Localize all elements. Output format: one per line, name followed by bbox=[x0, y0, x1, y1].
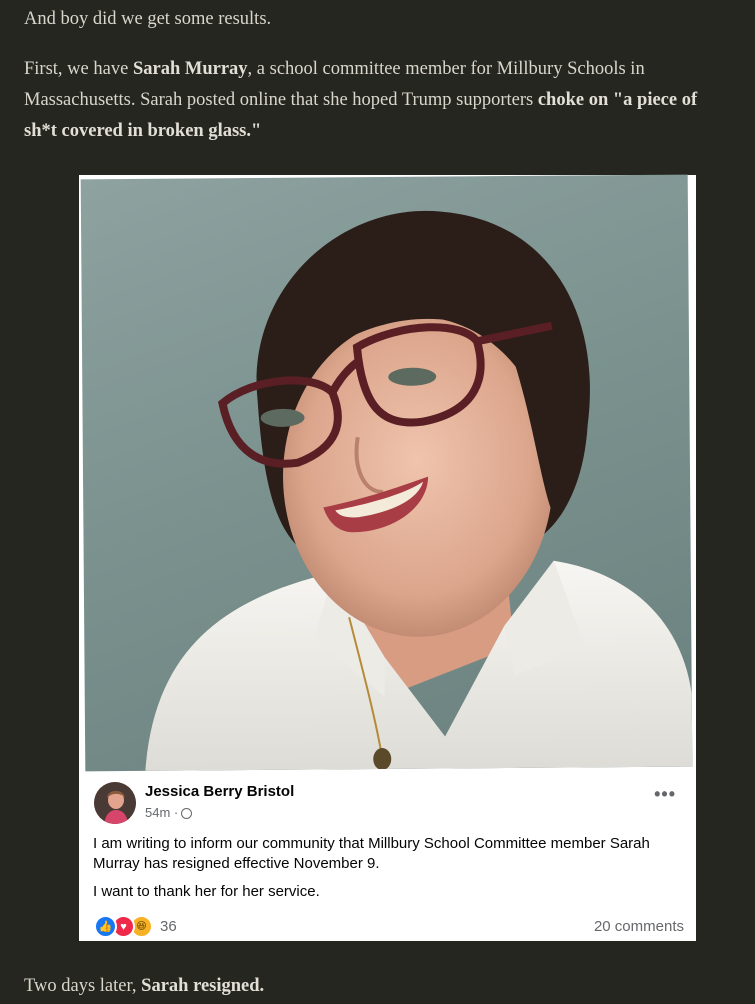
post-text-line-1: I am writing to inform our community tha… bbox=[93, 835, 650, 872]
reaction-count: 36 bbox=[160, 918, 177, 935]
paragraph-text: First, we have bbox=[24, 59, 133, 79]
article-paragraph-intro: And boy did we get some results. bbox=[24, 4, 730, 35]
portrait-illustration bbox=[145, 210, 693, 771]
reactions-summary[interactable]: 👍 ♥ 😆 36 bbox=[94, 915, 177, 938]
comments-link[interactable]: 20 comments bbox=[594, 918, 684, 935]
post-time: 54m · bbox=[145, 805, 179, 820]
post-text-line-2: I want to thank her for her service. bbox=[93, 883, 320, 900]
person-name: Sarah Murray bbox=[132, 59, 248, 79]
intro-text: And boy did we get some results. bbox=[24, 9, 272, 29]
avatar[interactable] bbox=[94, 782, 136, 824]
post-author-name[interactable]: Jessica Berry Bristol bbox=[145, 783, 294, 800]
facebook-post: Jessica Berry Bristol 54m · ••• I am wri… bbox=[79, 773, 696, 941]
post-timestamp[interactable]: 54m · bbox=[145, 805, 193, 820]
article-paragraph-first: First, we have Sarah Murray, a school co… bbox=[24, 54, 730, 147]
article-paragraph-conclusion: Two days later, Sarah resigned. bbox=[24, 971, 730, 1002]
paragraph-text: Two days later, bbox=[24, 976, 142, 996]
more-options-icon[interactable]: ••• bbox=[654, 785, 676, 803]
like-icon: 👍 bbox=[94, 915, 117, 938]
screenshot-card: Jessica Berry Bristol 54m · ••• I am wri… bbox=[79, 174, 696, 941]
globe-icon bbox=[181, 808, 193, 819]
avatar-image bbox=[94, 782, 136, 824]
resigned-text: Sarah resigned. bbox=[141, 976, 265, 996]
portrait-photo bbox=[80, 174, 693, 772]
